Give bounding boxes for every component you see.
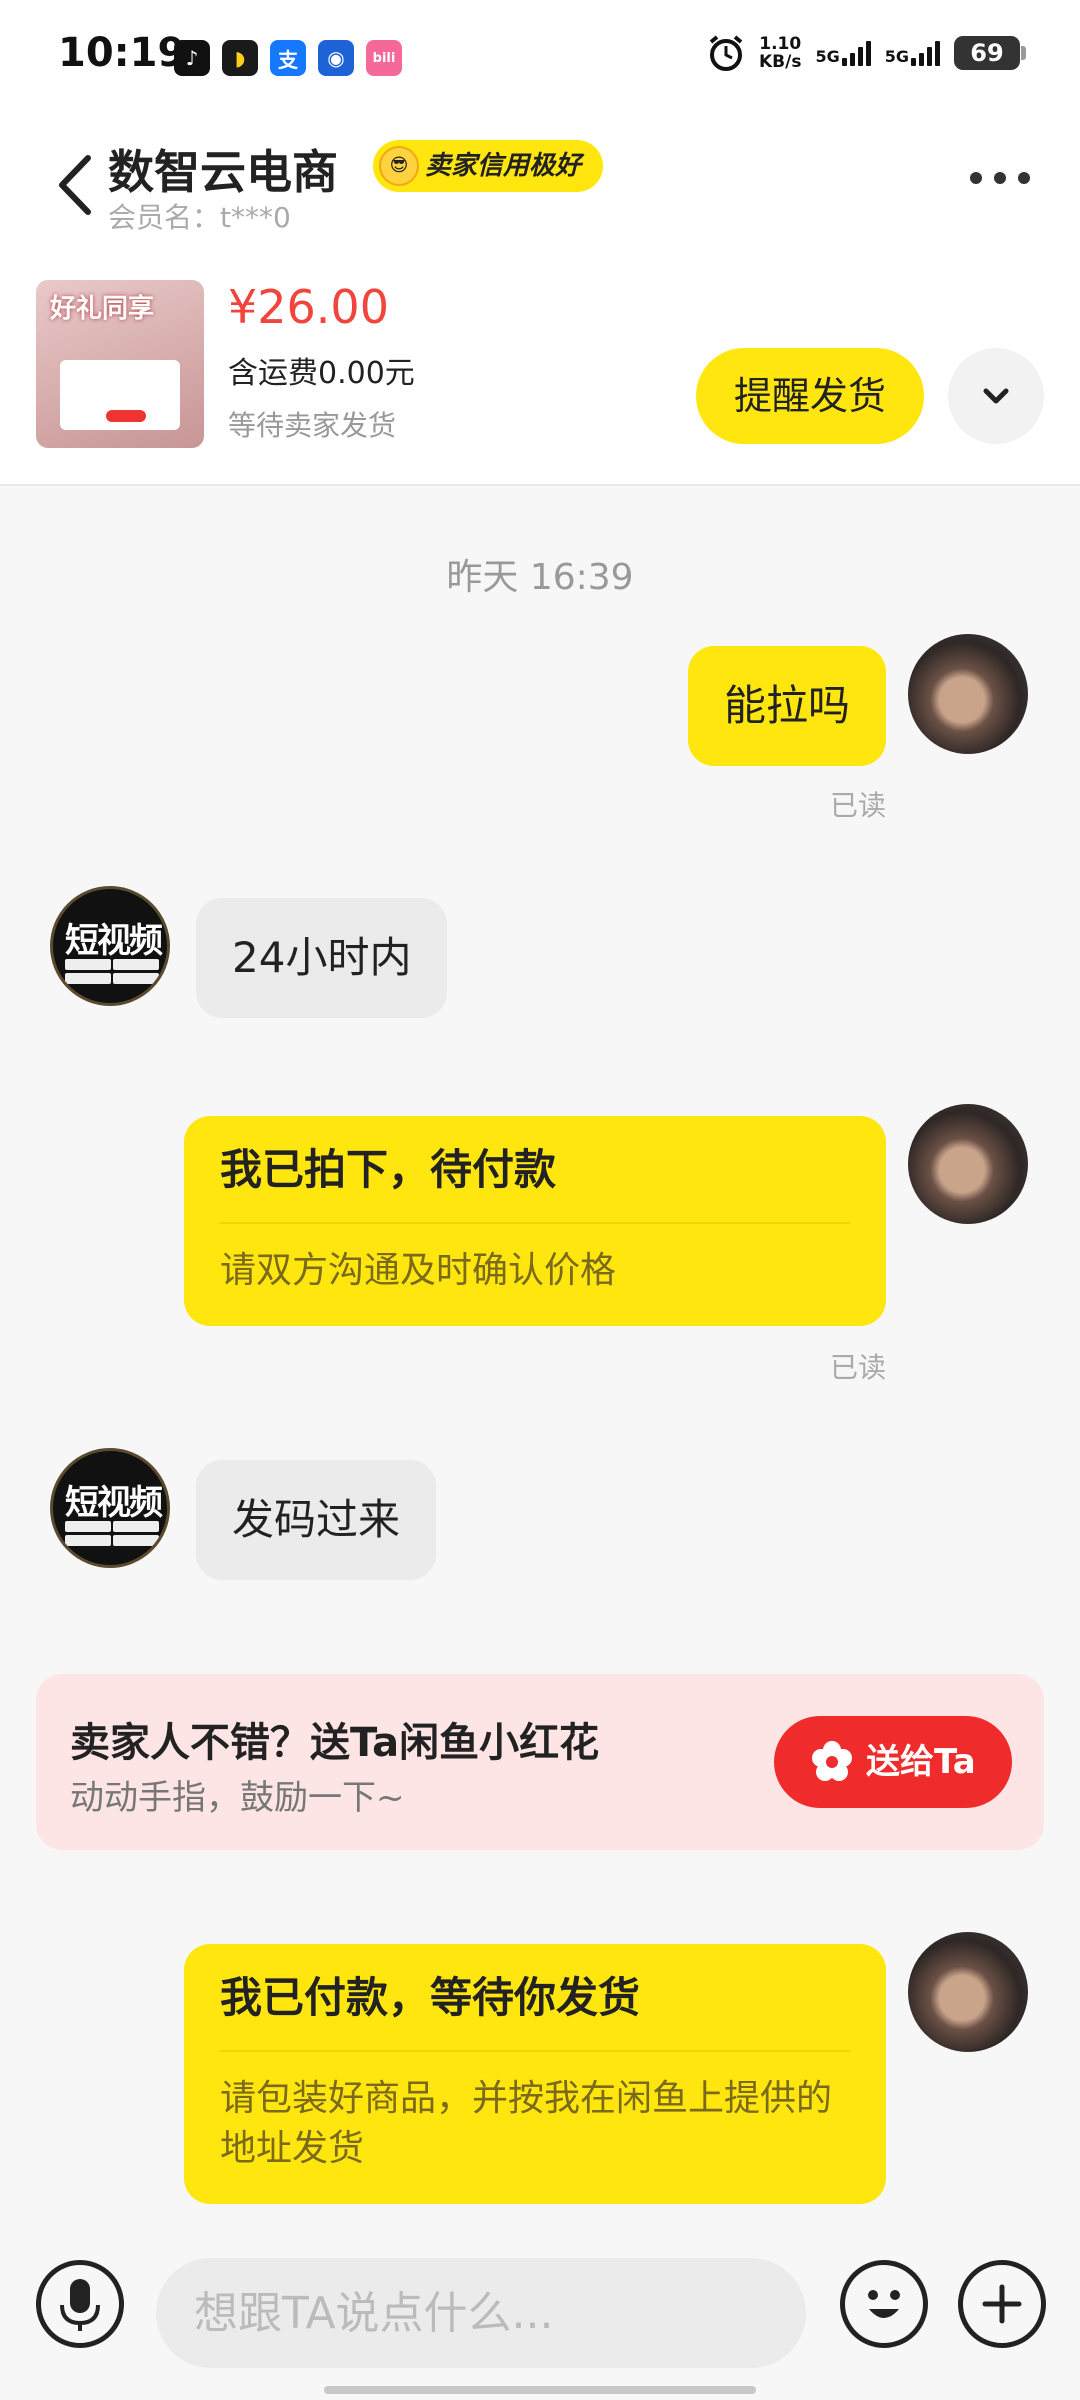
product-thumbnail[interactable]: 好礼同享 (36, 280, 204, 448)
status-bar: 10:19 ♪ ◗ 支 ◉ bili 1.10 KB/s 5G 5G 69 (0, 0, 1080, 120)
network-speed: 1.10 KB/s (759, 34, 802, 72)
seller-avatar[interactable]: 短视频 (50, 1448, 170, 1568)
home-indicator[interactable] (324, 2386, 756, 2394)
alipay-icon: 支 (270, 40, 306, 76)
time-separator: 昨天 16:39 (446, 557, 634, 598)
order-card[interactable]: 我已拍下，待付款 请双方沟通及时确认价格 (184, 1116, 886, 1326)
message-input[interactable] (156, 2258, 806, 2368)
promo-subtitle: 动动手指，鼓励一下~ (70, 1778, 405, 1818)
sunglasses-emoji-icon: 😎 (379, 146, 419, 186)
order-product-bar: 好礼同享 ¥26.00 含运费0.00元 等待卖家发货 提醒发货 (0, 250, 1080, 486)
chat-header: 数智云电商 😎 卖家信用极好 会员名：t***0 (0, 120, 1080, 250)
credit-badge[interactable]: 😎 卖家信用极好 (373, 140, 604, 192)
read-receipt: 已读 (829, 789, 886, 822)
remind-shipment-button[interactable]: 提醒发货 (696, 348, 924, 444)
order-card[interactable]: 我已付款，等待你发货 请包装好商品，并按我在闲鱼上提供的地址发货 (184, 1944, 886, 2204)
member-name: 会员名：t***0 (108, 201, 291, 234)
seller-avatar[interactable]: 短视频 (50, 886, 170, 1006)
card-title: 我已付款，等待你发货 (220, 1970, 850, 2052)
read-receipt: 已读 (829, 1351, 886, 1384)
message-bubble[interactable]: 能拉吗 (687, 646, 886, 766)
battery-icon: 69 (954, 36, 1026, 70)
bilibili-icon: bili (366, 40, 402, 76)
plus-icon[interactable] (958, 2260, 1046, 2348)
card-body: 请双方沟通及时确认价格 (220, 1250, 617, 1291)
card-title: 我已拍下，待付款 (220, 1142, 850, 1224)
card-body: 请包装好商品，并按我在闲鱼上提供的地址发货 (220, 2078, 833, 2169)
message-bubble[interactable]: 24小时内 (196, 898, 448, 1018)
signal-bars-icon (841, 40, 871, 66)
map-app-icon: ◉ (318, 40, 354, 76)
product-price: ¥26.00 (228, 280, 389, 334)
alarm-icon (709, 35, 743, 71)
my-avatar[interactable] (908, 1104, 1028, 1224)
my-avatar[interactable] (908, 1932, 1028, 2052)
more-options-icon[interactable] (970, 172, 1030, 184)
expand-button[interactable] (948, 348, 1044, 444)
flower-icon (812, 1741, 852, 1781)
music-app-icon: ♪ (174, 40, 210, 76)
status-time: 10:19 (58, 30, 186, 76)
signal-bars-icon (911, 40, 940, 66)
promo-title: 卖家人不错？送Ta闲鱼小红花 (70, 1720, 600, 1766)
back-arrow-icon[interactable] (50, 150, 100, 220)
shipping-fee: 含运费0.00元 (228, 356, 415, 391)
my-avatar[interactable] (908, 634, 1028, 754)
notification-icons: ♪ ◗ 支 ◉ bili (174, 40, 402, 76)
microphone-icon[interactable] (36, 2260, 124, 2348)
order-status: 等待卖家发货 (228, 409, 397, 442)
message-bubble[interactable]: 发码过来 (196, 1460, 437, 1580)
flower-promo-banner: 卖家人不错？送Ta闲鱼小红花 动动手指，鼓励一下~ 送给Ta (36, 1674, 1044, 1850)
send-flower-button[interactable]: 送给Ta (774, 1716, 1012, 1808)
chevron-down-icon (983, 388, 1009, 404)
seller-name[interactable]: 数智云电商 (108, 136, 338, 202)
video-app-icon: ◗ (222, 40, 258, 76)
message-input-bar (0, 2240, 1080, 2400)
signal-1: 5G (815, 40, 871, 66)
signal-2: 5G (885, 40, 940, 66)
emoji-icon[interactable] (840, 2260, 928, 2348)
